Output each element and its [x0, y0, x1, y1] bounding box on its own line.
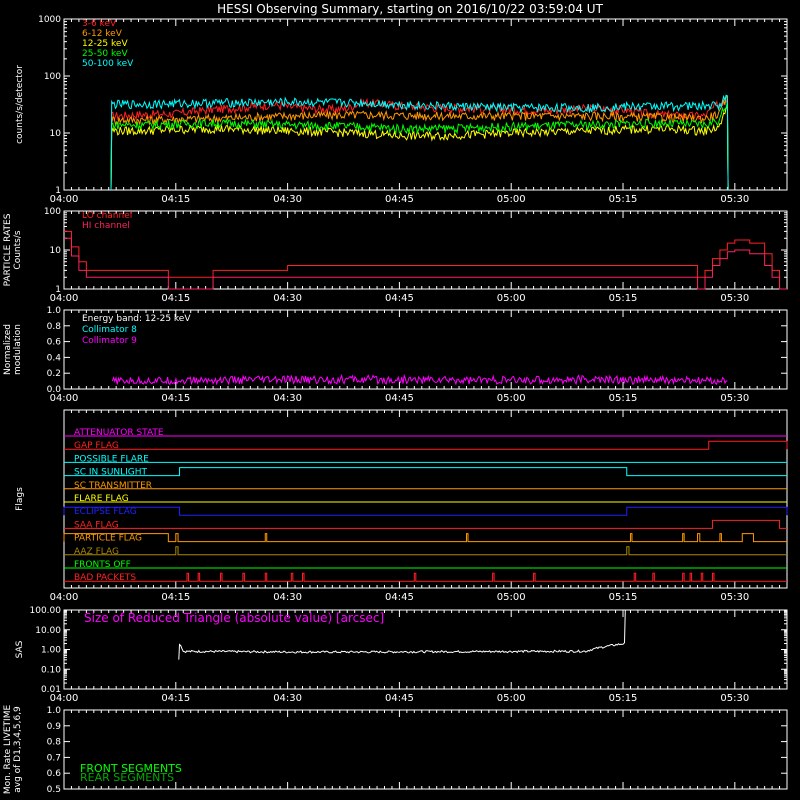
- y-axis-label: Counts/s: [13, 230, 23, 269]
- y-tick-label: 0.4: [47, 353, 62, 363]
- energy-band-annotation: Energy band: 12-25 keV: [82, 314, 191, 324]
- flag-line: [64, 519, 787, 529]
- x-tick-label: 05:00: [497, 194, 526, 205]
- x-tick-label: 04:45: [385, 194, 414, 205]
- x-tick-label: 04:30: [273, 293, 302, 304]
- x-tick-label: 05:00: [497, 293, 526, 304]
- x-tick-label: 04:15: [161, 194, 190, 205]
- x-tick-label: 04:30: [273, 393, 302, 404]
- y-tick-label: 0.9: [47, 722, 62, 732]
- x-tick-label: 04:15: [161, 393, 190, 404]
- x-tick-label: 04:15: [161, 293, 190, 304]
- x-tick-label: 05:30: [720, 293, 749, 304]
- flag-label: PARTICLE FLAG: [74, 534, 142, 544]
- legend-entry: Collimator 8: [82, 325, 137, 335]
- x-tick-label: 05:15: [609, 194, 638, 205]
- y-tick-label: 0.8: [47, 738, 62, 748]
- y-tick-label: 0.10: [41, 665, 61, 675]
- legend-entry: LO channel: [82, 211, 132, 221]
- flag-label: ECLIPSE FLAG: [74, 507, 137, 517]
- x-tick-label: 05:15: [609, 393, 638, 404]
- x-tick-label: 04:30: [273, 592, 302, 603]
- y-tick-label: 10: [50, 129, 62, 139]
- x-tick-label: 04:45: [385, 693, 414, 704]
- flag-line: [64, 440, 788, 450]
- x-tick-label: 04:15: [161, 693, 190, 704]
- flag-line: [63, 533, 787, 543]
- panel-frame: [63, 409, 788, 589]
- x-tick-label: 05:15: [609, 693, 638, 704]
- series-line: [111, 373, 728, 386]
- y-tick-label: 0.01: [41, 685, 61, 695]
- sas-annotation: Size of Reduced Triangle (absolute value…: [84, 611, 384, 625]
- y-tick-label: 0.7: [47, 753, 61, 763]
- y-tick-label: 0.6: [47, 338, 62, 348]
- x-tick-label: 05:30: [720, 194, 749, 205]
- y-tick-label: 0.2: [47, 369, 61, 379]
- x-tick-label: 04:00: [50, 194, 79, 205]
- y-tick-label: 1: [55, 285, 61, 295]
- legend-entry: Collimator 9: [82, 336, 137, 346]
- x-tick-label: 05:30: [720, 592, 749, 603]
- y-tick-label: 100: [44, 207, 61, 217]
- x-tick-label: 05:30: [720, 693, 749, 704]
- series-line: [64, 237, 787, 290]
- x-tick-label: 05:00: [497, 693, 526, 704]
- y-tick-label: 1: [55, 186, 61, 196]
- x-tick-label: 05:30: [720, 393, 749, 404]
- y-tick-label: 1000: [38, 15, 61, 25]
- y-tick-label: 1.00: [41, 646, 61, 656]
- y-tick-label: 0.0: [47, 385, 62, 395]
- x-tick-label: 04:45: [385, 592, 414, 603]
- legend-entry: 12-25 keV: [82, 39, 128, 49]
- y-axis-label: modulation: [13, 324, 23, 375]
- x-tick-label: 04:00: [50, 592, 79, 603]
- y-tick-label: 100: [44, 72, 61, 82]
- y-tick-label: 1.0: [47, 706, 62, 716]
- y-axis-label: Normalized: [3, 324, 13, 375]
- y-axis-label: SAS: [15, 640, 25, 658]
- x-tick-label: 05:00: [497, 393, 526, 404]
- figure-title: HESSI Observing Summary, starting on 201…: [217, 2, 603, 16]
- y-tick-label: 10.00: [35, 626, 61, 636]
- legend-entry: 3-6 keV: [82, 19, 117, 29]
- y-tick-label: 10: [50, 246, 62, 256]
- flag-line: [64, 467, 787, 477]
- flag-line: [63, 506, 788, 516]
- x-tick-label: 05:00: [497, 592, 526, 603]
- y-axis-label: Flags: [15, 487, 25, 511]
- y-tick-label: 0.8: [47, 322, 62, 332]
- x-tick-label: 05:15: [609, 592, 638, 603]
- legend-entry: 50-100 keV: [82, 59, 134, 69]
- series-line: [64, 230, 787, 290]
- legend-entry: 6-12 keV: [82, 29, 123, 39]
- x-tick-label: 04:30: [273, 194, 302, 205]
- y-axis-label: avg of D1,3,4,5,6,9: [13, 706, 23, 793]
- x-tick-label: 05:15: [609, 293, 638, 304]
- flag-line: [64, 546, 787, 556]
- flag-line: [64, 572, 787, 582]
- legend-entry: HI channel: [82, 221, 130, 231]
- y-axis-label: Mon. Rate LIVETIME: [3, 705, 13, 795]
- x-tick-label: 04:15: [161, 592, 190, 603]
- y-tick-label: 0.5: [47, 785, 61, 795]
- y-axis-label: counts/s/detector: [15, 65, 25, 144]
- x-tick-label: 04:00: [50, 293, 79, 304]
- x-tick-label: 04:30: [273, 693, 302, 704]
- y-tick-label: 1.0: [47, 306, 62, 316]
- y-tick-label: 100.00: [30, 606, 62, 616]
- x-tick-label: 04:45: [385, 293, 414, 304]
- legend-entry: 25-50 keV: [82, 49, 128, 59]
- legend-entry: REAR SEGMENTS: [80, 771, 174, 784]
- x-tick-label: 04:45: [385, 393, 414, 404]
- hessi-summary-figure: HESSI Observing Summary, starting on 201…: [3, 2, 788, 795]
- y-axis-label: PARTICLE RATES: [3, 213, 13, 286]
- y-tick-label: 0.6: [47, 769, 62, 779]
